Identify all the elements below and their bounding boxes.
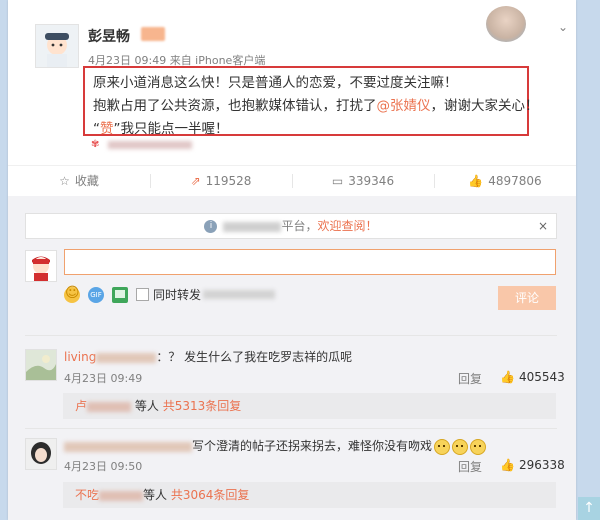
favorite-button[interactable]: ☆ 收藏: [8, 166, 150, 196]
comment-like-button[interactable]: 👍 405543: [500, 370, 565, 384]
repost-button[interactable]: ⇗ 119528: [150, 166, 292, 196]
mention-link[interactable]: @张婧仪: [377, 98, 431, 114]
post-line-2: 抱歉占用了公共资源，也抱歉媒体错认，打扰了@张婧仪，谢谢大家关心！: [93, 98, 539, 114]
author-avatar[interactable]: [35, 24, 79, 68]
reply-button[interactable]: 回复: [458, 458, 482, 475]
chevron-down-icon[interactable]: ⌄: [558, 20, 568, 34]
close-icon[interactable]: ×: [538, 214, 548, 238]
submit-comment-button[interactable]: 评论: [498, 286, 556, 310]
view-replies-link[interactable]: 共3064条回复: [171, 488, 250, 502]
comments-section: i平台，欢迎查阅！ × GIF 同时转发 评论: [8, 196, 576, 520]
repost-checkbox[interactable]: [136, 288, 149, 301]
verified-badge-blurred: [141, 27, 165, 41]
repost-label: 同时转发: [153, 288, 202, 302]
emoji-icon: [470, 438, 487, 455]
profile-decoration: [466, 6, 546, 46]
emoji-icon[interactable]: [64, 285, 80, 303]
gif-icon[interactable]: GIF: [88, 286, 104, 303]
comment-user[interactable]: living: [64, 350, 96, 364]
flower-icon: ✾: [91, 139, 100, 150]
post-line-3: “赞”我只能点一半喔！: [93, 121, 229, 137]
emoji-icon: [434, 438, 451, 455]
sub-replies[interactable]: 不吃 等人 共3064条回复: [63, 482, 556, 508]
comment-button[interactable]: ▭ 339346: [292, 166, 434, 196]
notice-link[interactable]: 欢迎查阅！: [318, 219, 378, 233]
comment-avatar[interactable]: [25, 349, 57, 381]
sub-replies[interactable]: 卢 等人 共5313条回复: [63, 393, 556, 419]
post-content: 原来小道消息这么快！只是普通人的恋爱，不要过度关注嘛！ 抱歉占用了公共资源，也抱…: [83, 66, 539, 137]
my-avatar: [25, 250, 57, 282]
comment-icon: ▭: [331, 174, 344, 188]
composer-tools: GIF 同时转发: [64, 285, 276, 306]
comment-text: 写个澄清的帖子还拐来拐去，难怪你没有吻戏: [64, 437, 487, 455]
author-name[interactable]: 彭昱畅: [88, 26, 130, 46]
comment-input[interactable]: [64, 249, 556, 275]
image-icon[interactable]: [112, 286, 128, 303]
notice-text-blurred: [223, 221, 282, 232]
scroll-to-top-button[interactable]: ↑: [578, 497, 600, 520]
view-replies-link[interactable]: 共5313条回复: [163, 399, 242, 413]
repost-icon: ⇗: [190, 174, 201, 188]
action-bar: ☆ 收藏 ⇗ 119528 ▭ 339346 👍 4897806: [8, 165, 576, 197]
comment-time: 4月23日 09:49: [64, 372, 143, 385]
thumbs-up-icon: 👍: [468, 174, 484, 188]
weibo-card: 彭昱畅 4月23日 09:49 来自 iPhone客户端 ⌄ 原来小道消息这么快…: [8, 0, 576, 520]
thumbs-up-icon: 👍: [500, 370, 515, 384]
notice-bar: i 平台，欢迎查阅！ ×: [25, 213, 557, 239]
reply-button[interactable]: 回复: [458, 370, 482, 387]
thumbs-up-icon: 👍: [500, 458, 515, 472]
comment-text: living：？ 发生什么了我在吃罗志祥的瓜呢: [64, 350, 353, 364]
post-footnote-blurred: ✾: [88, 139, 192, 150]
comment-like-button[interactable]: 👍 296338: [500, 458, 565, 472]
info-icon: i: [204, 220, 218, 233]
post-line-1: 原来小道消息这么快！只是普通人的恋爱，不要过度关注嘛！: [93, 75, 458, 91]
decoration-avatar: [486, 6, 526, 42]
comment-time: 4月23日 09:50: [64, 460, 143, 473]
star-icon: ☆: [59, 174, 70, 188]
comment-avatar[interactable]: [25, 438, 57, 470]
like-button[interactable]: 👍 4897806: [434, 166, 576, 196]
emoji-icon: [452, 438, 469, 455]
